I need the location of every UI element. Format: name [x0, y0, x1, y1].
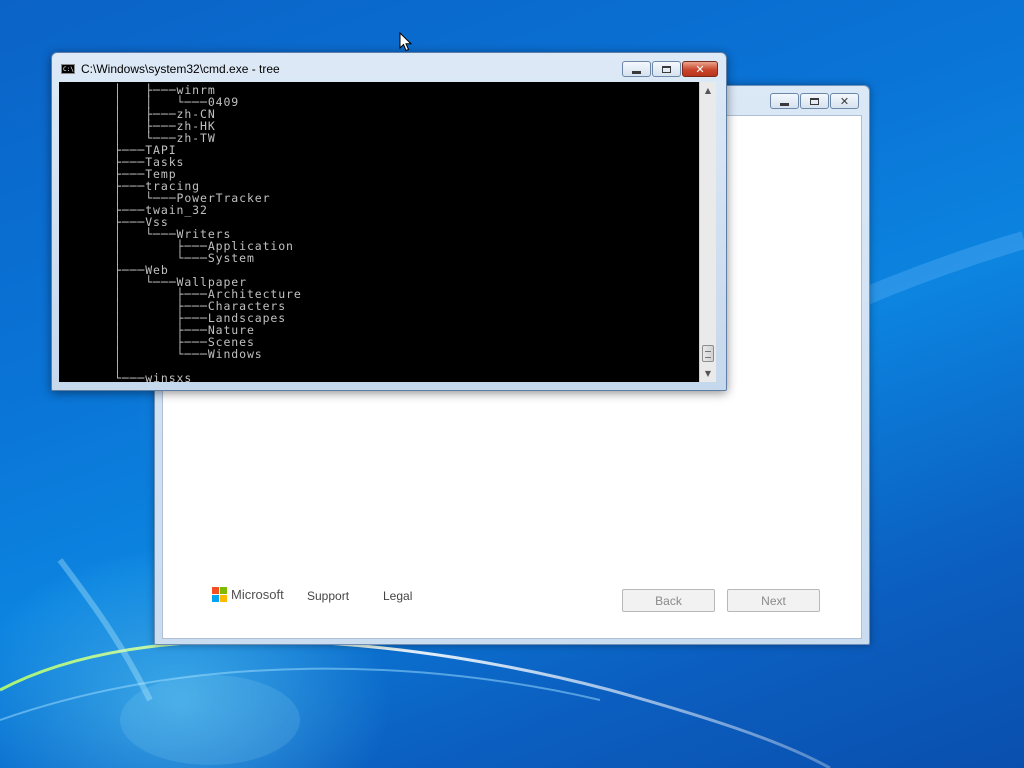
console-text: │ ├───winrm │ │ └───0409 │ ├───zh-CN │ ├…	[113, 83, 302, 382]
cmd-caption-buttons: ✕	[622, 61, 718, 77]
setup-close-button[interactable]: ✕	[830, 93, 859, 109]
setup-maximize-button[interactable]	[800, 93, 829, 109]
logo-square-green	[220, 587, 227, 594]
logo-square-blue	[212, 595, 219, 602]
setup-minimize-button[interactable]	[770, 93, 799, 109]
maximize-icon	[662, 65, 671, 73]
support-link[interactable]: Support	[307, 589, 349, 603]
scroll-up-arrow-icon[interactable]: ▲	[700, 82, 716, 99]
minimize-icon	[780, 102, 789, 106]
minimize-icon	[632, 70, 641, 74]
cmd-close-button[interactable]: ✕	[682, 61, 718, 77]
cmd-window: C:\ C:\Windows\system32\cmd.exe - tree ✕…	[51, 52, 727, 391]
setup-window-caption-buttons: ✕	[770, 93, 859, 109]
cmd-app-icon[interactable]: C:\	[61, 64, 75, 74]
microsoft-logo-icon	[212, 587, 227, 602]
scroll-thumb[interactable]	[702, 345, 714, 362]
cmd-minimize-button[interactable]	[622, 61, 651, 77]
console-output[interactable]: │ ├───winrm │ │ └───0409 │ ├───zh-CN │ ├…	[59, 82, 699, 382]
desktop: ✕ Microsoft Support Legal Back Next C:\ …	[0, 0, 1024, 768]
microsoft-brand-text: Microsoft	[231, 587, 284, 602]
logo-square-yellow	[220, 595, 227, 602]
microsoft-logo: Microsoft	[212, 587, 284, 602]
next-button[interactable]: Next	[727, 589, 820, 612]
close-icon: ✕	[839, 94, 850, 108]
console-scrollbar[interactable]: ▲ ▼	[699, 82, 716, 382]
logo-square-red	[212, 587, 219, 594]
legal-link[interactable]: Legal	[383, 589, 412, 603]
mouse-pointer-icon	[399, 32, 413, 52]
cmd-window-title: C:\Windows\system32\cmd.exe - tree	[81, 62, 280, 76]
cmd-maximize-button[interactable]	[652, 61, 681, 77]
maximize-icon	[810, 97, 819, 105]
back-button[interactable]: Back	[622, 589, 715, 612]
close-icon: ✕	[695, 62, 705, 76]
scroll-down-arrow-icon[interactable]: ▼	[700, 365, 716, 382]
